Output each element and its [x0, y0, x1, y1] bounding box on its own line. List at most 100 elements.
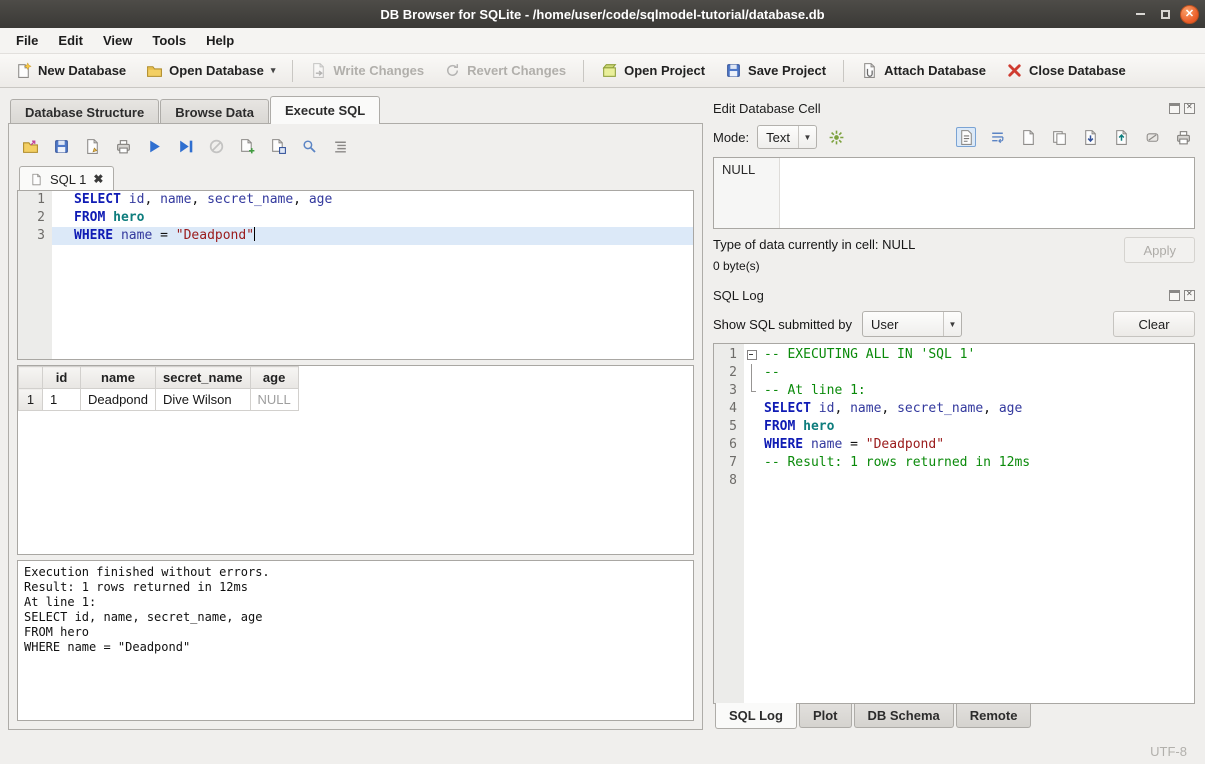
tab-label: Plot	[813, 708, 838, 723]
minimize-icon[interactable]	[1130, 4, 1150, 24]
revert-changes-label: Revert Changes	[467, 63, 566, 78]
attach-database-icon	[861, 62, 878, 79]
code-line[interactable]: 3WHERE name = "Deadpond"	[18, 227, 693, 245]
token: SELECT	[74, 192, 121, 207]
menu-edit[interactable]: Edit	[48, 28, 93, 53]
sql-log-view[interactable]: 1-- EXECUTING ALL IN 'SQL 1'2--3-- At li…	[713, 343, 1195, 704]
code-line[interactable]: 7-- Result: 1 rows returned in 12ms	[714, 454, 1194, 472]
open-in-new-tab-button[interactable]	[267, 135, 289, 157]
fold-margin	[744, 418, 760, 436]
clear-log-button[interactable]: Clear	[1113, 311, 1195, 337]
attach-database-button[interactable]: Attach Database	[852, 58, 995, 83]
float-panel-icon[interactable]	[1169, 103, 1180, 114]
results-corner-cell[interactable]	[19, 367, 43, 389]
tab-sql-log[interactable]: SQL Log	[715, 703, 797, 729]
maximize-icon[interactable]	[1155, 4, 1175, 24]
open-sql-file-button[interactable]	[19, 135, 41, 157]
float-panel-icon[interactable]	[1169, 290, 1180, 301]
row-number[interactable]: 1	[19, 389, 43, 411]
execute-sql-page: SQL 1 ✖ 1SELECT id, name, secret_name, a…	[8, 123, 703, 730]
execute-all-button[interactable]	[143, 135, 165, 157]
column-header-age[interactable]: age	[250, 367, 298, 389]
menu-tools[interactable]: Tools	[142, 28, 196, 53]
save-project-label: Save Project	[748, 63, 826, 78]
table-cell[interactable]: Dive Wilson	[156, 389, 251, 411]
close-tab-icon[interactable]: ✖	[93, 172, 103, 186]
fold-marker-icon[interactable]	[744, 364, 760, 382]
close-panel-icon[interactable]	[1184, 290, 1195, 301]
results-area[interactable]: idnamesecret_nameage11DeadpondDive Wilso…	[17, 365, 694, 555]
sql-1-tab[interactable]: SQL 1 ✖	[19, 166, 114, 191]
app-window: DB Browser for SQLite - /home/user/code/…	[0, 0, 1205, 764]
cell-editor[interactable]: NULL	[713, 157, 1195, 229]
code-line[interactable]: 4SELECT id, name, secret_name, age	[714, 400, 1194, 418]
chevron-down-icon: ▼	[943, 312, 961, 336]
code-text: FROM hero	[760, 418, 1194, 436]
stop-icon	[208, 138, 225, 155]
text-view-button[interactable]	[956, 127, 976, 147]
open-project-button[interactable]: Open Project	[592, 58, 714, 83]
fold-marker-icon[interactable]	[744, 346, 760, 364]
execution-output[interactable]: Execution finished without errors. Resul…	[17, 560, 694, 721]
code-line[interactable]: 1SELECT id, name, secret_name, age	[18, 191, 693, 209]
fold-margin	[744, 454, 760, 472]
tab-label: DB Schema	[868, 708, 940, 723]
tab-plot[interactable]: Plot	[799, 704, 852, 728]
line-number: 4	[714, 400, 744, 418]
code-line[interactable]: 1-- EXECUTING ALL IN 'SQL 1'	[714, 346, 1194, 364]
print-sql-button[interactable]	[112, 135, 134, 157]
token: id	[819, 401, 835, 416]
menu-view[interactable]: View	[93, 28, 142, 53]
save-sql-file-button[interactable]	[50, 135, 72, 157]
code-line[interactable]: 5FROM hero	[714, 418, 1194, 436]
import-cell-button[interactable]	[1080, 127, 1100, 147]
export-cell-button[interactable]	[1111, 127, 1131, 147]
code-line[interactable]: 2--	[714, 364, 1194, 382]
code-line[interactable]: 8	[714, 472, 1194, 490]
log-filter-select[interactable]: User ▼	[862, 311, 962, 337]
tab-db-schema[interactable]: DB Schema	[854, 704, 954, 728]
sql-editor[interactable]: 1SELECT id, name, secret_name, age2FROM …	[17, 190, 694, 360]
menu-file[interactable]: File	[6, 28, 48, 53]
code-line[interactable]: 6WHERE name = "Deadpond"	[714, 436, 1194, 454]
fold-marker-icon[interactable]	[744, 382, 760, 400]
token: secret_name	[207, 192, 293, 207]
column-header-id[interactable]: id	[43, 367, 81, 389]
encoding-indicator[interactable]: UTF-8	[1150, 744, 1187, 759]
sql-log-header: SQL Log	[713, 285, 1195, 305]
tab-remote[interactable]: Remote	[956, 704, 1032, 728]
table-cell[interactable]: NULL	[250, 389, 298, 411]
execute-current-line-button[interactable]	[174, 135, 196, 157]
format-sql-button[interactable]	[329, 135, 351, 157]
token: WHERE	[74, 228, 113, 243]
print-cell-button[interactable]	[1173, 127, 1193, 147]
tab-database-structure[interactable]: Database Structure	[10, 99, 159, 124]
menu-help[interactable]: Help	[196, 28, 244, 53]
column-header-secret_name[interactable]: secret_name	[156, 367, 251, 389]
table-cell[interactable]: 1	[43, 389, 81, 411]
close-icon[interactable]: ✕	[1180, 5, 1199, 24]
new-database-button[interactable]: New Database	[6, 58, 135, 83]
new-sql-tab-button[interactable]	[236, 135, 258, 157]
mode-select[interactable]: Text ▼	[757, 125, 817, 149]
close-panel-icon[interactable]	[1184, 103, 1195, 114]
word-wrap-button[interactable]	[987, 127, 1007, 147]
open-database-button[interactable]: Open Database ▾	[137, 58, 284, 83]
open-database-dropdown-icon[interactable]: ▾	[271, 65, 276, 76]
save-sql-as-button[interactable]	[81, 135, 103, 157]
code-line[interactable]: 3-- At line 1:	[714, 382, 1194, 400]
line-number: 3	[714, 382, 744, 400]
auto-switch-button[interactable]	[825, 125, 849, 149]
tab-execute-sql[interactable]: Execute SQL	[270, 96, 380, 124]
find-replace-button[interactable]	[298, 135, 320, 157]
table-cell[interactable]: Deadpond	[81, 389, 156, 411]
titlebar[interactable]: DB Browser for SQLite - /home/user/code/…	[0, 0, 1205, 28]
save-project-button[interactable]: Save Project	[716, 58, 835, 83]
column-header-name[interactable]: name	[81, 367, 156, 389]
code-line[interactable]: 2FROM hero	[18, 209, 693, 227]
tab-browse-data[interactable]: Browse Data	[160, 99, 269, 124]
set-null-button[interactable]	[1142, 127, 1162, 147]
copy-button[interactable]	[1018, 127, 1038, 147]
copy-pages-button[interactable]	[1049, 127, 1069, 147]
close-database-button[interactable]: Close Database	[997, 58, 1135, 83]
